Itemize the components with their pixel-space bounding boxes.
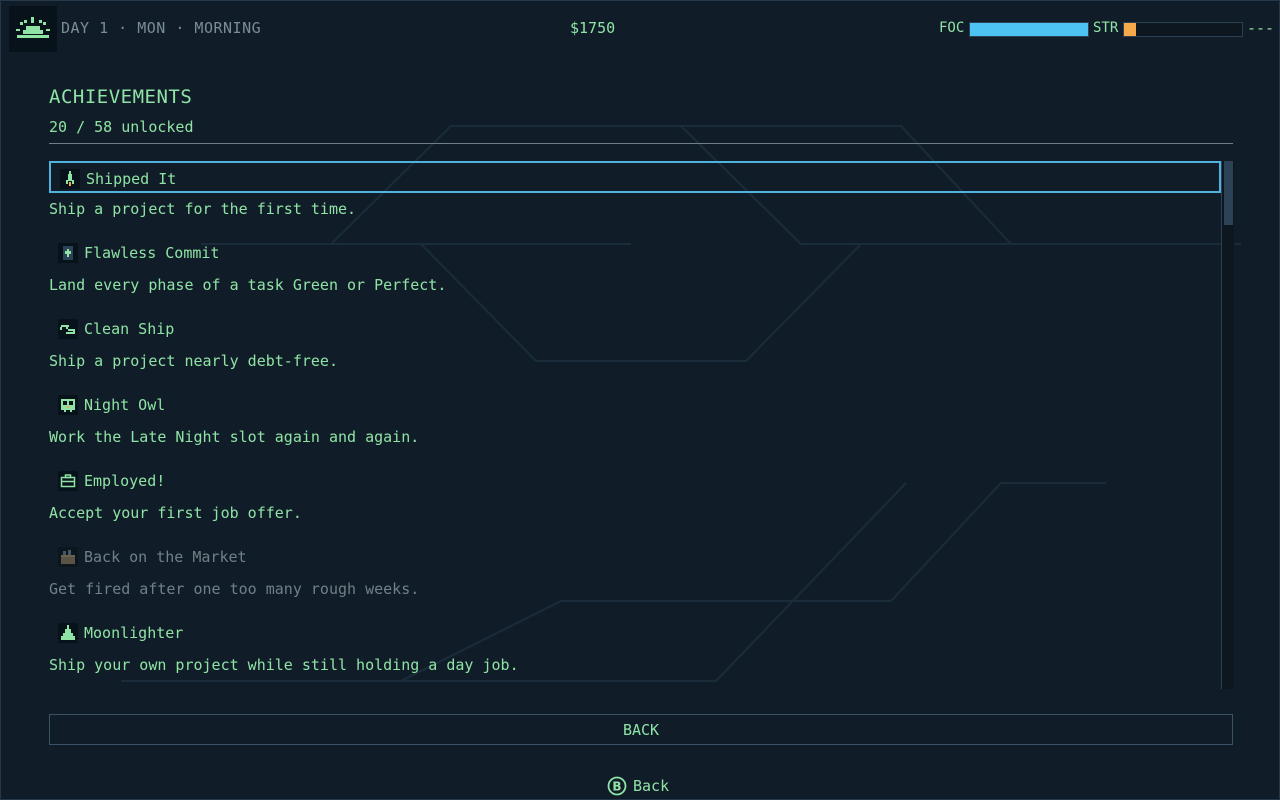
stress-label: STR <box>1093 20 1119 36</box>
achievement-description: Ship your own project while still holdin… <box>49 656 519 674</box>
hint-label: Back <box>633 777 670 795</box>
achievement-item[interactable]: Shipped It Ship a project for the first … <box>49 161 1221 237</box>
achievement-item[interactable]: Clean Ship Ship a project nearly debt-fr… <box>49 313 1221 389</box>
unlock-count: 20 / 58 unlocked <box>49 118 194 136</box>
ship-icon <box>58 623 78 643</box>
broom-icon <box>58 319 78 339</box>
achievement-description: Work the Late Night slot again and again… <box>49 428 420 446</box>
achievement-name: Night Owl <box>84 396 166 414</box>
svg-text:B: B <box>612 780 621 794</box>
achievement-name: Back on the Market <box>84 548 247 566</box>
owl-icon <box>58 395 78 415</box>
achievement-row[interactable]: Shipped It <box>49 161 1221 193</box>
sunrise-icon <box>9 6 57 52</box>
achievement-list[interactable]: Shipped It Ship a project for the first … <box>49 161 1221 689</box>
top-hud: DAY 1 · MON · MORNING $1750 FOC STR --- <box>1 1 1279 57</box>
achievement-item[interactable]: Moonlighter Ship your own project while … <box>49 617 1221 689</box>
focus-bar <box>969 22 1089 37</box>
achievement-description: Get fired after one too many rough weeks… <box>49 580 420 598</box>
achievement-description: Ship a project for the first time. <box>49 200 357 218</box>
game-screen: DAY 1 · MON · MORNING $1750 FOC STR --- … <box>0 0 1280 800</box>
achievement-row[interactable]: Clean Ship <box>49 313 1221 345</box>
scrollbar-thumb[interactable] <box>1224 161 1233 225</box>
achievement-row[interactable]: Back on the Market <box>49 541 1221 573</box>
header-divider <box>49 143 1233 144</box>
page-title: ACHIEVEMENTS <box>49 86 193 108</box>
focus-bar-fill <box>970 23 1088 36</box>
stress-bar-fill <box>1124 23 1136 36</box>
achievement-description: Ship a project nearly debt-free. <box>49 352 338 370</box>
rocket-icon <box>60 169 80 189</box>
achievement-row[interactable]: Employed! <box>49 465 1221 497</box>
achievement-item[interactable]: Back on the Market Get fired after one t… <box>49 541 1221 617</box>
spade-card-icon <box>58 243 78 263</box>
box-icon <box>58 547 78 567</box>
achievement-row[interactable]: Night Owl <box>49 389 1221 421</box>
achievement-description: Accept your first job offer. <box>49 504 302 522</box>
achievement-item[interactable]: Flawless Commit Land every phase of a ta… <box>49 237 1221 313</box>
achievement-name: Moonlighter <box>84 624 184 642</box>
controller-hint: B Back <box>607 775 669 797</box>
achievement-name: Flawless Commit <box>84 244 220 262</box>
menu-indicator[interactable]: --- <box>1247 19 1274 37</box>
b-button-icon: B <box>607 776 627 796</box>
achievement-row[interactable]: Flawless Commit <box>49 237 1221 269</box>
achievement-name: Employed! <box>84 472 166 490</box>
achievement-name: Shipped It <box>86 170 177 188</box>
achievement-item[interactable]: Night Owl Work the Late Night slot again… <box>49 389 1221 465</box>
money-counter: $1750 <box>570 19 616 37</box>
briefcase-icon <box>58 471 78 491</box>
achievement-row[interactable]: Moonlighter <box>49 617 1221 649</box>
achievement-item[interactable]: Employed! Accept your first job offer. <box>49 465 1221 541</box>
achievement-name: Clean Ship <box>84 320 175 338</box>
day-time-label: DAY 1 · MON · MORNING <box>61 19 262 37</box>
list-scrollbar[interactable] <box>1221 161 1234 689</box>
focus-label: FOC <box>939 20 965 36</box>
achievement-description: Land every phase of a task Green or Perf… <box>49 276 447 294</box>
stress-bar <box>1123 22 1243 37</box>
back-button[interactable]: BACK <box>49 714 1233 745</box>
